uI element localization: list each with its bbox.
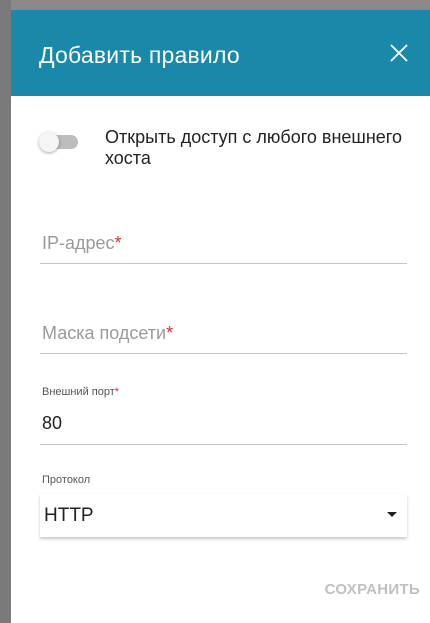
subnet-mask-field[interactable]: Маска подсети* xyxy=(40,312,407,354)
any-host-toggle-label: Открыть доступ с любого внешнего хоста xyxy=(105,127,402,168)
window-top-edge xyxy=(0,0,430,10)
subnet-mask-placeholder: Маска подсети* xyxy=(42,323,174,343)
ip-address-field[interactable]: IP-адрес* xyxy=(40,222,407,264)
any-host-toggle[interactable] xyxy=(39,132,78,152)
toggle-knob xyxy=(39,132,59,152)
required-mark: * xyxy=(114,233,122,253)
subnet-mask-underline xyxy=(40,353,407,354)
ip-address-placeholder: IP-адрес* xyxy=(42,233,122,253)
external-port-field[interactable]: Внешний порт* 80 xyxy=(40,386,407,445)
required-mark: * xyxy=(166,323,174,343)
save-button[interactable]: СОХРАНИТЬ xyxy=(300,581,420,598)
dialog-header: Добавить правило xyxy=(11,10,430,96)
ip-address-underline xyxy=(40,263,407,264)
add-rule-dialog: Добавить правило Открыть доступ с любого… xyxy=(0,0,430,623)
required-mark: * xyxy=(114,386,120,398)
chevron-down-icon xyxy=(387,512,397,517)
external-port-underline xyxy=(40,444,407,445)
protocol-field: Протокол HTTP xyxy=(40,474,407,538)
window-left-edge xyxy=(0,0,11,623)
protocol-label: Протокол xyxy=(42,474,91,486)
protocol-select[interactable]: HTTP xyxy=(40,494,407,537)
dialog-title: Добавить правило xyxy=(39,42,240,68)
close-icon[interactable] xyxy=(386,40,412,66)
external-port-value: 80 xyxy=(42,413,63,433)
external-port-label: Внешний порт* xyxy=(42,386,120,398)
protocol-selected-value: HTTP xyxy=(44,505,94,526)
